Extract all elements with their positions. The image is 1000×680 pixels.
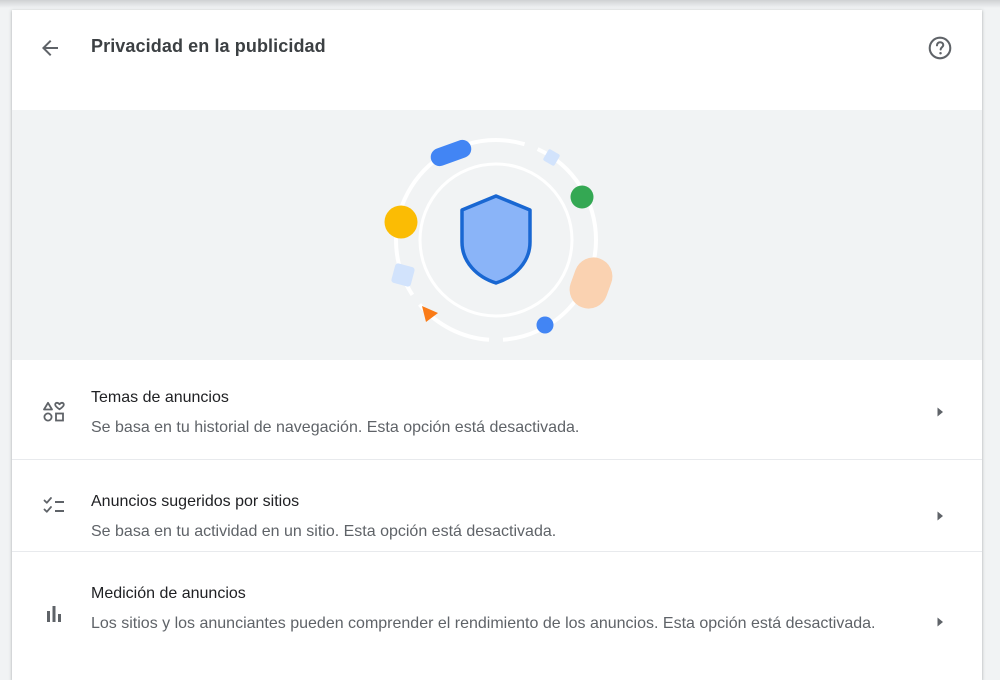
bar-chart-icon xyxy=(40,600,68,628)
ad-privacy-page: Privacidad en la publicidad Temas de anu… xyxy=(12,10,982,680)
help-button[interactable] xyxy=(922,30,958,66)
window-top-shadow xyxy=(0,0,1000,8)
setting-ad-measurement[interactable]: Medición de anuncios Los sitios y los an… xyxy=(12,551,982,680)
setting-title: Anuncios sugeridos por sitios xyxy=(91,493,300,510)
setting-site-suggested-ads[interactable]: Anuncios sugeridos por sitios Se basa en… xyxy=(12,459,982,552)
arrow-right-icon xyxy=(930,612,950,632)
setting-title: Temas de anuncios xyxy=(91,389,229,406)
topics-icon xyxy=(40,398,68,426)
blue-dot-shape xyxy=(536,316,554,334)
arrow-right-icon xyxy=(930,402,950,422)
setting-description: Los sitios y los anunciantes pueden comp… xyxy=(91,615,876,632)
green-dot-shape xyxy=(570,185,594,209)
shield-icon xyxy=(460,194,532,285)
arrow-right-icon xyxy=(930,506,950,526)
page-header: Privacidad en la publicidad xyxy=(12,10,982,110)
setting-ad-topics[interactable]: Temas de anuncios Se basa en tu historia… xyxy=(12,360,982,459)
checklist-icon xyxy=(40,492,68,520)
setting-title: Medición de anuncios xyxy=(91,585,246,602)
privacy-illustration xyxy=(12,110,982,360)
yellow-dot-shape xyxy=(384,205,418,239)
setting-description: Se basa en tu actividad en un sitio. Est… xyxy=(91,523,557,540)
help-circle-icon xyxy=(928,36,952,60)
page-title: Privacidad en la publicidad xyxy=(91,36,326,56)
blue-pill-shape xyxy=(430,139,472,167)
privacy-sandbox-graphic xyxy=(384,138,613,342)
back-button[interactable] xyxy=(32,30,68,66)
setting-description: Se basa en tu historial de navegación. E… xyxy=(91,419,580,436)
arrow-back-icon xyxy=(42,40,58,56)
light-blue-tile-shape xyxy=(391,263,415,287)
